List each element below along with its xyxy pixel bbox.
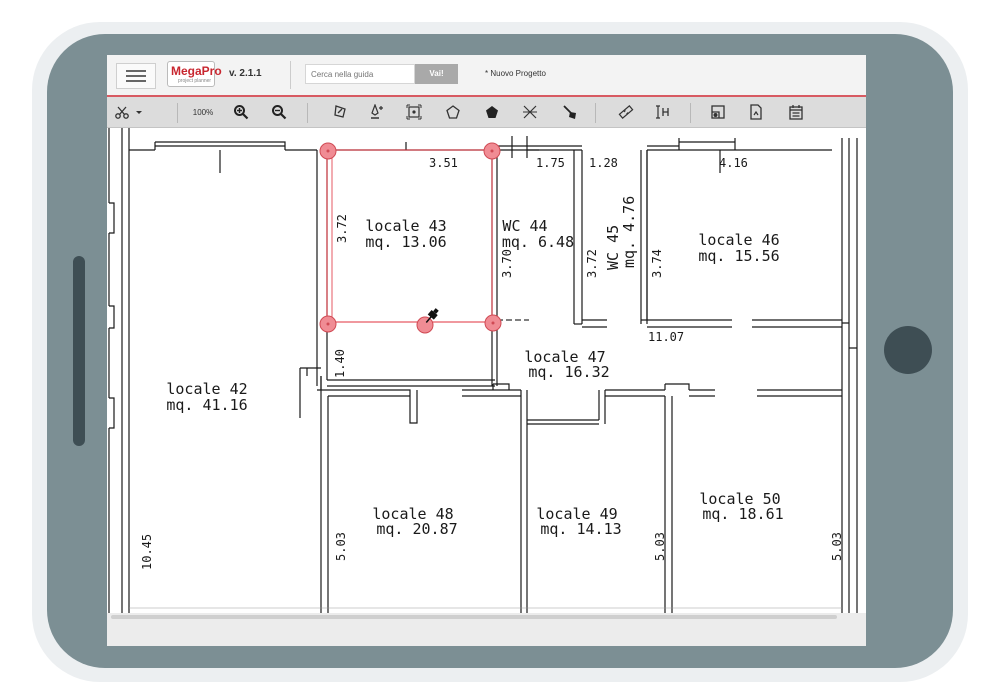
zoom-in-icon[interactable] — [230, 101, 252, 123]
dimension-label: 5.03 — [334, 532, 348, 561]
dimension-label: 3.72 — [335, 214, 349, 243]
app-version: v. 2.1.1 — [229, 68, 262, 79]
frame-icon[interactable] — [403, 101, 425, 123]
megapro-logo: MegaPro project planner — [167, 61, 222, 87]
menu-button[interactable] — [116, 63, 156, 89]
logo-subtitle: project planner — [178, 78, 212, 84]
project-name: * Nuovo Progetto — [485, 69, 546, 78]
horizontal-scrollbar[interactable] — [111, 615, 837, 619]
tablet-home-button[interactable] — [884, 326, 932, 374]
floor-plan-walls — [108, 128, 858, 613]
polygon-draw-icon[interactable] — [329, 101, 351, 123]
logo-text: MegaPro — [171, 64, 222, 78]
cross-lines-icon[interactable] — [519, 101, 541, 123]
room-area-label: mq. 20.87 — [376, 520, 457, 538]
zoom-level[interactable]: 100% — [189, 101, 217, 123]
dimension-label: 1.40 — [333, 349, 347, 378]
room-area-label: mq. 13.06 — [365, 233, 446, 251]
room-area-label: mq. 16.32 — [528, 363, 609, 381]
app-header: MegaPro project planner v. 2.1.1 Vai! * … — [107, 55, 866, 97]
ruler-icon[interactable] — [615, 101, 637, 123]
pentagon-filled-icon[interactable] — [481, 101, 503, 123]
zoom-out-icon[interactable] — [268, 101, 290, 123]
menu-line — [126, 70, 146, 72]
dimension-label: 10.45 — [140, 534, 154, 570]
toolbar-divider — [177, 103, 178, 123]
rotated-room-label: WC 45 mq. 4.76 — [604, 196, 638, 270]
height-icon[interactable] — [652, 101, 674, 123]
document-icon[interactable] — [745, 101, 767, 123]
scissors-icon[interactable] — [113, 101, 131, 123]
image-layer-icon[interactable] — [707, 101, 729, 123]
tablet-side-button — [73, 256, 85, 446]
toolbar-divider — [595, 103, 596, 123]
dimension-label: 4.16 — [719, 156, 748, 170]
dimension-label: 3.70 — [500, 249, 514, 278]
pentagon-outline-icon[interactable] — [442, 101, 464, 123]
dimension-label: 1.75 — [536, 156, 565, 170]
status-area — [107, 613, 866, 646]
room-area-label: mq. 15.56 — [698, 247, 779, 265]
pen-add-icon[interactable] — [366, 101, 388, 123]
room-area-label: mq. 18.61 — [702, 505, 783, 523]
room-labels: locale 42 mq. 41.16 locale 43 mq. 13.06 … — [166, 217, 783, 538]
dimension-label: 3.74 — [650, 249, 664, 278]
room-area-label: mq. 14.13 — [540, 520, 621, 538]
room-area-label: mq. 4.76 — [620, 196, 638, 268]
calendar-icon[interactable] — [785, 101, 807, 123]
room-area-label: mq. 6.48 — [502, 233, 574, 251]
room-area-label: mq. 41.16 — [166, 396, 247, 414]
dimension-label: 5.03 — [653, 532, 667, 561]
tool-bar: 100% — [107, 97, 866, 128]
menu-line — [126, 75, 146, 77]
floor-plan-canvas[interactable]: locale 42 mq. 41.16 locale 43 mq. 13.06 … — [107, 128, 866, 613]
dimension-label: 3.72 — [585, 249, 599, 278]
dropdown-arrow-icon[interactable] — [134, 101, 144, 123]
dimension-label: 5.03 — [830, 532, 844, 561]
brush-icon[interactable] — [559, 101, 581, 123]
app-screen: MegaPro project planner v. 2.1.1 Vai! * … — [107, 55, 866, 646]
header-divider — [290, 61, 291, 89]
dimension-label: 11.07 — [648, 330, 684, 344]
vertex-handle[interactable] — [416, 316, 434, 334]
dimension-label: 3.51 — [429, 156, 458, 170]
menu-line — [126, 80, 146, 82]
toolbar-divider — [307, 103, 308, 123]
dimension-label: 1.28 — [589, 156, 618, 170]
search-go-button[interactable]: Vai! — [415, 64, 458, 84]
help-search-input[interactable] — [305, 64, 415, 84]
toolbar-divider — [690, 103, 691, 123]
